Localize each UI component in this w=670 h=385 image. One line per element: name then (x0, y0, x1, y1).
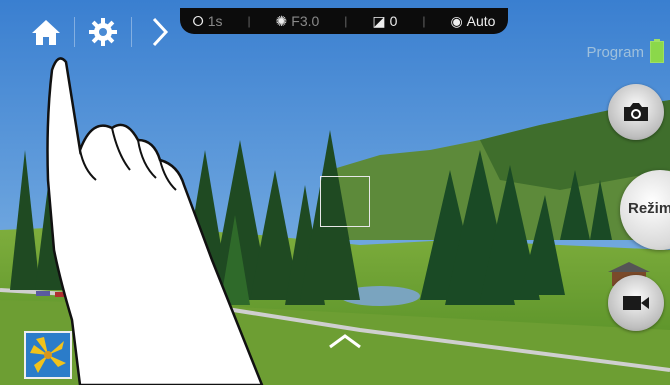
shooting-mode-label: Program (586, 44, 644, 61)
timer-value: 1s (207, 13, 223, 29)
iso-icon: ◉ (450, 12, 463, 29)
chevron-right-icon (152, 17, 169, 47)
exposure-icon: ◪ (372, 12, 386, 29)
chevron-up-icon[interactable] (327, 332, 363, 350)
iso-status: ◉ Auto (450, 13, 495, 30)
battery-icon (650, 39, 664, 63)
home-button[interactable] (18, 12, 74, 52)
camera-status-bar: ⭘ 1s | ✺ F3.0 | ◪ 0 | ◉ Auto (180, 8, 508, 34)
timer-status: ⭘ 1s (192, 13, 222, 30)
status-separator: | (344, 14, 348, 28)
camera-icon (624, 103, 648, 121)
aperture-status: ✺ F3.0 (276, 13, 320, 30)
aperture-icon: ✺ (275, 12, 288, 29)
exposure-value: 0 (389, 13, 398, 29)
gear-icon (89, 18, 117, 46)
focus-frame (320, 176, 370, 227)
status-separator: | (422, 14, 426, 28)
timer-icon: ⭘ (192, 12, 204, 29)
aperture-value: F3.0 (291, 13, 320, 29)
video-camera-icon (623, 296, 649, 310)
video-record-button[interactable] (608, 275, 664, 331)
gallery-thumbnail[interactable] (24, 331, 72, 379)
mode-button-label: Režim (628, 200, 670, 217)
home-icon (32, 20, 60, 45)
settings-button[interactable] (75, 12, 131, 52)
status-separator: | (247, 14, 251, 28)
camera-viewfinder: ⭘ 1s | ✺ F3.0 | ◪ 0 | ◉ Auto Program Rež… (0, 0, 670, 385)
gallery-icon (26, 333, 70, 377)
top-left-controls (18, 12, 188, 52)
iso-value: Auto (466, 13, 496, 29)
exposure-status: ◪ 0 (372, 13, 397, 30)
camera-shutter-button[interactable] (608, 84, 664, 140)
